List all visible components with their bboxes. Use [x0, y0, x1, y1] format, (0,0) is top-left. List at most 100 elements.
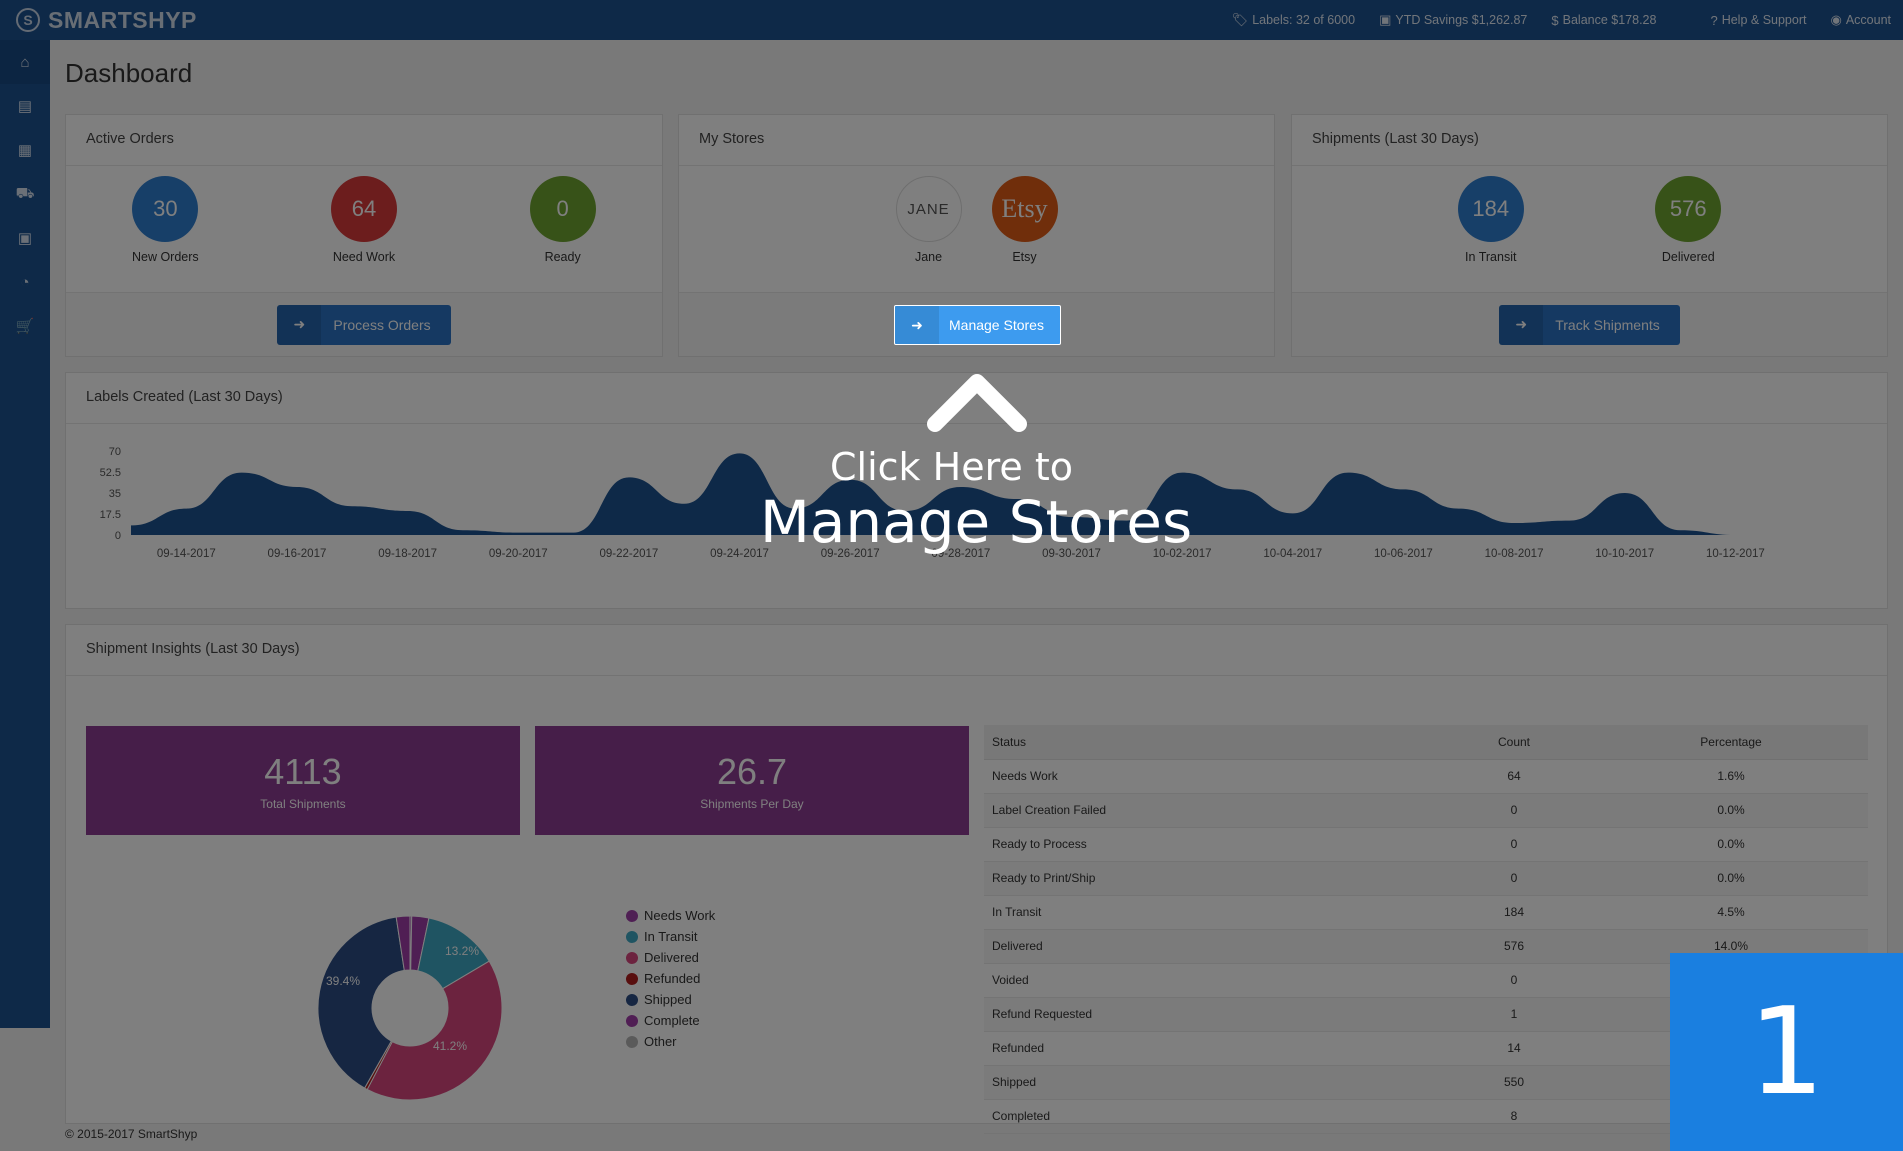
- store-etsy[interactable]: Etsy Etsy: [991, 176, 1058, 264]
- delivered-count: 576: [1655, 176, 1722, 242]
- process-orders-button[interactable]: ➜ Process Orders: [277, 304, 451, 345]
- address-book-icon: ▣: [17, 230, 33, 247]
- labels-count[interactable]: 🏷 Labels: 32 of 6000: [1232, 12, 1355, 28]
- percentage-cell: 0.0%: [1594, 861, 1868, 896]
- legend-item[interactable]: Needs Work: [626, 905, 715, 926]
- account-menu[interactable]: ◉ Account: [1830, 12, 1891, 28]
- col-percentage: Percentage: [1594, 725, 1868, 760]
- delivered-stat[interactable]: 576 Delivered: [1628, 176, 1748, 264]
- home-icon: ⌂: [20, 53, 30, 71]
- track-shipments-button[interactable]: ➜ Track Shipments: [1499, 304, 1680, 345]
- need-work-label: Need Work: [332, 250, 396, 264]
- sidebar-item-cart[interactable]: 🛒: [0, 304, 50, 348]
- count-cell: 8: [1434, 1099, 1594, 1134]
- legend-label: Shipped: [644, 992, 692, 1007]
- calendar-icon: ▦: [17, 142, 33, 159]
- status-table-header: Status Count Percentage: [984, 725, 1868, 760]
- status-cell: In Transit: [984, 895, 1434, 930]
- status-cell: Shipped: [984, 1065, 1434, 1100]
- percentage-cell: 4.5%: [1594, 895, 1868, 930]
- legend-label: Delivered: [644, 950, 699, 965]
- sidebar-item-contacts[interactable]: ▣: [0, 216, 50, 260]
- question-circle-icon: ?: [1710, 12, 1718, 28]
- my-stores-title: My Stores: [679, 115, 1274, 166]
- count-cell: 64: [1434, 759, 1594, 794]
- sidebar-item-calendar[interactable]: ▦: [0, 128, 50, 172]
- legend-item[interactable]: Shipped: [626, 989, 715, 1010]
- legend-swatch: [626, 972, 638, 985]
- arrow-circle-right-icon: ➜: [1499, 304, 1544, 345]
- new-orders-count: 30: [132, 176, 199, 242]
- active-orders-title: Active Orders: [66, 115, 662, 166]
- legend-swatch: [626, 1014, 638, 1027]
- donut-slice-label: 41.2%: [433, 1039, 467, 1053]
- main-content: Dashboard Active Orders 30 New Orders 64…: [50, 40, 1903, 1134]
- ytd-savings-text: YTD Savings $1,262.87: [1395, 13, 1528, 27]
- dollar-icon: $: [1551, 12, 1559, 28]
- in-transit-label: In Transit: [1465, 250, 1517, 264]
- footer-copyright: © 2015-2017 SmartShyp: [65, 1127, 198, 1141]
- legend-item[interactable]: Complete: [626, 1010, 715, 1031]
- in-transit-stat[interactable]: 184 In Transit: [1431, 176, 1551, 264]
- process-orders-label: Process Orders: [333, 316, 431, 333]
- status-cell: Delivered: [984, 929, 1434, 964]
- brand-name: SMARTSHYP: [48, 6, 197, 33]
- tag-icon: 🏷: [1231, 12, 1249, 27]
- pie-chart-icon: ◔: [20, 273, 30, 291]
- status-cell: Refund Requested: [984, 997, 1434, 1032]
- sidebar-item-reports[interactable]: ◔: [0, 260, 50, 304]
- brand[interactable]: S SMARTSHYP: [0, 7, 300, 34]
- legend-item[interactable]: In Transit: [626, 926, 715, 947]
- track-shipments-label: Track Shipments: [1555, 316, 1660, 333]
- percentage-cell: 0.0%: [1594, 793, 1868, 828]
- ytd-savings[interactable]: ▣ YTD Savings $1,262.87: [1379, 12, 1527, 28]
- total-shipments-value: 4113: [264, 750, 342, 792]
- donut-slice[interactable]: [366, 960, 503, 1101]
- status-cell: Ready to Print/Ship: [984, 861, 1434, 896]
- count-cell: 0: [1434, 793, 1594, 828]
- labels-count-text: Labels: 32 of 6000: [1252, 13, 1356, 27]
- in-transit-count: 184: [1457, 176, 1524, 242]
- legend-item[interactable]: Delivered: [626, 947, 715, 968]
- sidebar-item-shipping[interactable]: ⛟: [0, 172, 50, 216]
- sidebar-item-home[interactable]: ⌂: [0, 40, 50, 84]
- chevron-up-icon: [927, 374, 1027, 432]
- step-number-badge: 1: [1670, 953, 1903, 1151]
- total-shipments-label: Total Shipments: [260, 796, 346, 811]
- legend-item[interactable]: Other: [626, 1031, 715, 1052]
- count-cell: 184: [1434, 895, 1594, 930]
- status-cell: Label Creation Failed: [984, 793, 1434, 828]
- manage-stores-label: Manage Stores: [949, 317, 1044, 333]
- help-text: Help & Support: [1721, 13, 1807, 27]
- new-orders-stat[interactable]: 30 New Orders: [105, 176, 225, 264]
- sidebar-item-stores[interactable]: ▤: [0, 84, 50, 128]
- donut-legend: Needs Work In Transit Delivered Refunded Shi…: [626, 905, 715, 1052]
- user-circle-icon: ◉: [1830, 12, 1842, 27]
- shipments-per-day-value: 26.7: [716, 750, 788, 792]
- donut-slice-label: 13.2%: [445, 944, 479, 958]
- count-cell: 576: [1434, 929, 1594, 964]
- store-jane-label: Jane: [914, 250, 943, 264]
- legend-label: Complete: [644, 1013, 700, 1028]
- table-row: Label Creation Failed 0 0.0%: [984, 793, 1868, 828]
- callout-line-2: Manage Stores: [759, 488, 1193, 556]
- need-work-count: 64: [330, 176, 397, 242]
- table-row: In Transit 184 4.5%: [984, 895, 1868, 930]
- help-support-link[interactable]: ? Help & Support: [1710, 13, 1806, 28]
- manage-stores-button[interactable]: ➜ Manage Stores: [894, 305, 1061, 345]
- need-work-stat[interactable]: 64 Need Work: [304, 176, 424, 264]
- legend-label: Needs Work: [644, 908, 716, 923]
- balance[interactable]: $ Balance $178.28: [1551, 13, 1656, 28]
- shipments-donut-chart: 13.2% 41.2% 39.4%: [317, 915, 503, 1101]
- money-icon: ▣: [1379, 12, 1392, 27]
- page-title: Dashboard: [65, 58, 193, 88]
- legend-swatch: [626, 951, 638, 964]
- legend-item[interactable]: Refunded: [626, 968, 715, 989]
- count-cell: 1: [1434, 997, 1594, 1032]
- insights-title: Shipment Insights (Last 30 Days): [66, 625, 1887, 676]
- store-jane[interactable]: JANE Jane: [895, 176, 962, 264]
- truck-icon: ⛟: [15, 184, 35, 202]
- status-cell: Ready to Process: [984, 827, 1434, 862]
- ready-stat[interactable]: 0 Ready: [503, 176, 623, 264]
- store-etsy-label: Etsy: [1012, 250, 1037, 264]
